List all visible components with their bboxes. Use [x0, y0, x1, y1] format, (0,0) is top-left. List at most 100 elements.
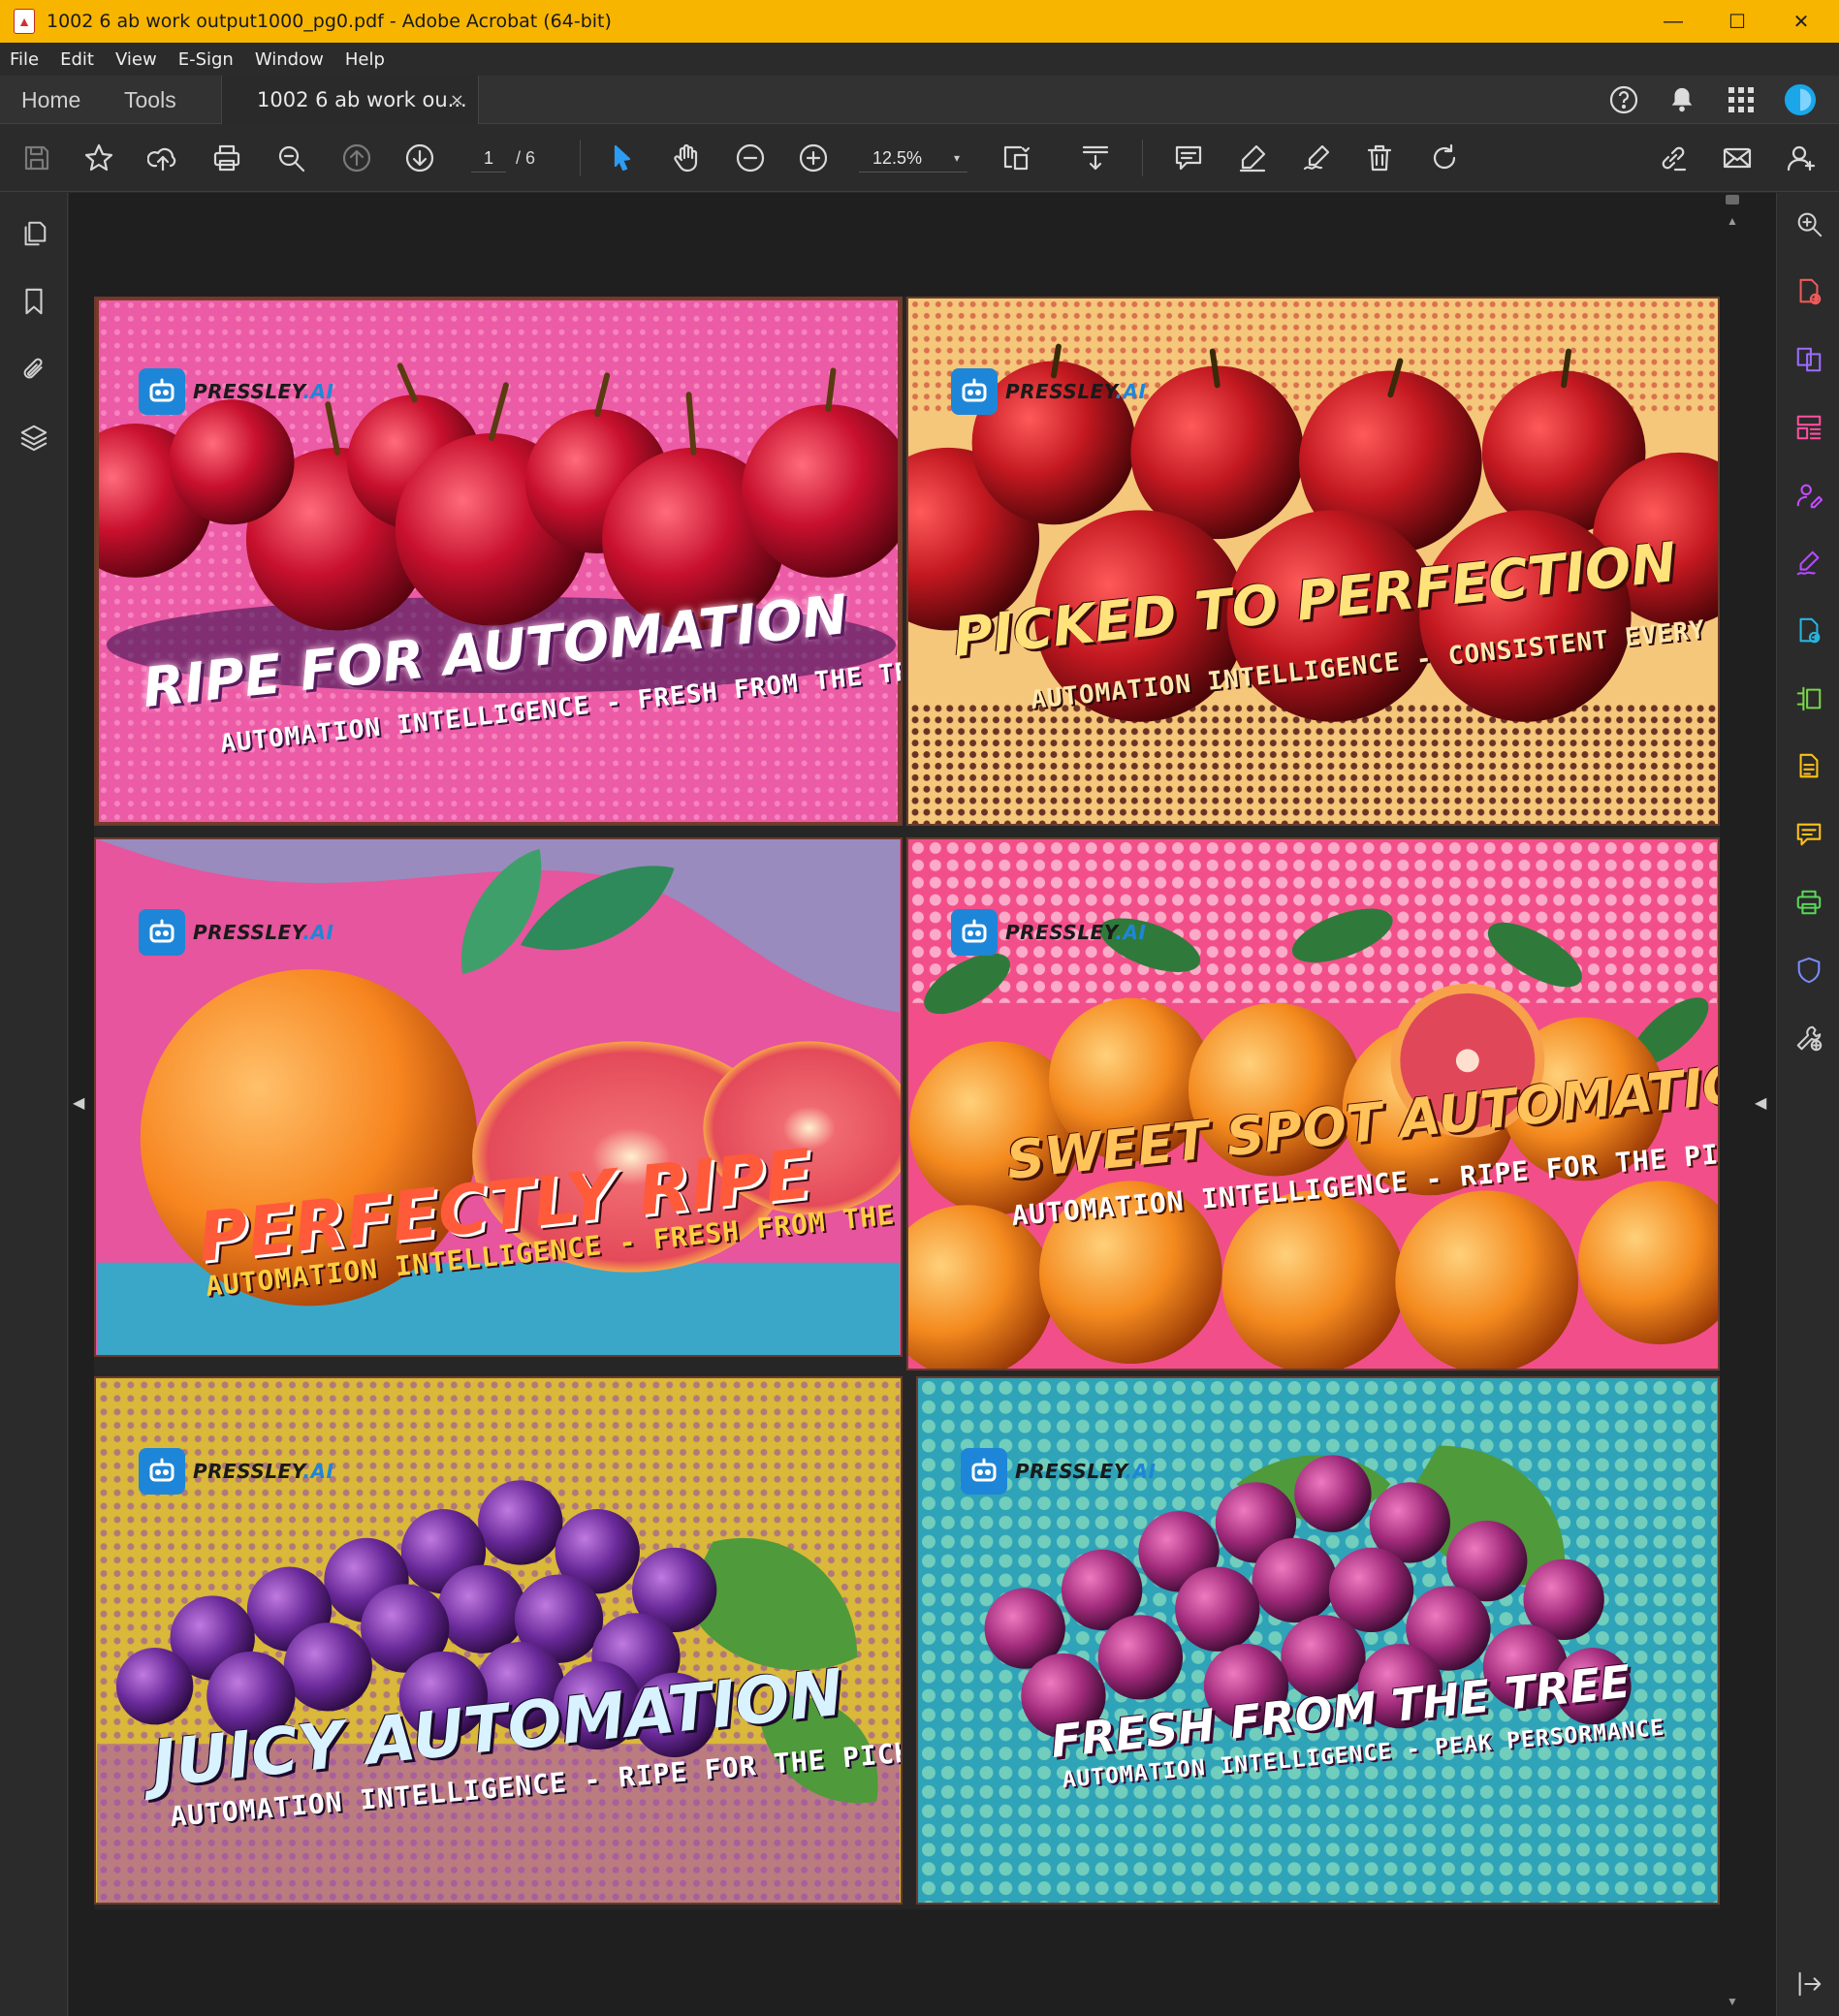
- pressley-logo: PRESSLEY.AI: [139, 1448, 333, 1495]
- add-user-icon[interactable]: [1784, 141, 1819, 175]
- zoom-in-icon[interactable]: [796, 141, 831, 175]
- menu-edit[interactable]: Edit: [60, 49, 94, 70]
- pressley-logo: PRESSLEY.AI: [951, 368, 1146, 415]
- zoom-level-value: 12.5%: [872, 148, 923, 168]
- pressley-logo: PRESSLEY.AI: [951, 909, 1146, 956]
- exit-panel-icon[interactable]: [1791, 1967, 1826, 2001]
- banner-fresh-from-the-tree: PRESSLEY.AI FRESH FROM THE TREE AUTOMATI…: [916, 1376, 1720, 1905]
- menu-help[interactable]: Help: [345, 49, 385, 70]
- close-tab-icon[interactable]: ×: [450, 90, 464, 110]
- chevron-down-icon: ▾: [953, 151, 960, 165]
- brand-name: PRESSLEY.AI: [1005, 380, 1147, 403]
- robot-icon: [951, 368, 998, 415]
- print-icon[interactable]: [209, 141, 244, 175]
- print-production-icon[interactable]: [1791, 885, 1826, 920]
- zoom-search-icon[interactable]: [273, 141, 308, 175]
- fit-page-icon[interactable]: [999, 141, 1033, 175]
- pressley-logo: PRESSLEY.AI: [961, 1448, 1156, 1495]
- scroll-down-icon[interactable]: ▼: [1727, 1995, 1738, 2008]
- robot-icon: [139, 909, 185, 956]
- request-signature-icon[interactable]: [1791, 478, 1826, 513]
- attachment-icon[interactable]: [16, 352, 51, 387]
- vertical-scrollbar[interactable]: ▲ ▼: [1722, 193, 1743, 2016]
- combine-files-icon[interactable]: [1791, 342, 1826, 377]
- robot-icon: [961, 1448, 1007, 1495]
- menu-esign[interactable]: E-Sign: [178, 49, 234, 70]
- minimize-button[interactable]: —: [1641, 0, 1705, 43]
- menu-bar: File Edit View E-Sign Window Help: [0, 43, 1839, 76]
- profile-avatar-icon[interactable]: [1784, 83, 1817, 116]
- email-icon[interactable]: [1720, 141, 1755, 175]
- pressley-logo: PRESSLEY.AI: [139, 368, 333, 415]
- scan-ocr-icon[interactable]: [1791, 749, 1826, 784]
- share-link-icon[interactable]: [1656, 141, 1691, 175]
- robot-icon: [139, 1448, 185, 1495]
- title-bar: ▲ 1002 6 ab work output1000_pg0.pdf - Ad…: [0, 0, 1839, 43]
- banner-ripe-for-automation: PRESSLEY.AI RIPE FOR AUTOMATION AUTOMATI…: [94, 297, 903, 826]
- zoom-search-icon[interactable]: [1791, 206, 1826, 241]
- menu-file[interactable]: File: [10, 49, 39, 70]
- banner-perfectly-ripe: PRESSLEY.AI PERFECTLY RIPE AUTOMATION IN…: [94, 837, 903, 1357]
- help-icon[interactable]: [1607, 83, 1640, 116]
- close-window-button[interactable]: ✕: [1769, 0, 1833, 43]
- toolbar-divider: [1142, 140, 1143, 176]
- acrobat-pdf-icon: ▲: [14, 9, 35, 34]
- scrollbar-thumb[interactable]: [1726, 195, 1739, 205]
- maximize-button[interactable]: ☐: [1705, 0, 1769, 43]
- banner-juicy-automation: PRESSLEY.AI JUICY AUTOMATION AUTOMATION …: [94, 1376, 903, 1905]
- bell-icon[interactable]: [1665, 83, 1698, 116]
- robot-icon: [951, 909, 998, 956]
- star-icon[interactable]: [81, 141, 116, 175]
- sign-icon[interactable]: [1299, 141, 1334, 175]
- right-tools-pane: [1776, 193, 1839, 2016]
- brand-name: PRESSLEY.AI: [193, 1460, 334, 1483]
- robot-icon: [139, 368, 185, 415]
- comment-icon[interactable]: [1171, 141, 1206, 175]
- bookmark-icon[interactable]: [16, 284, 51, 319]
- brand-name: PRESSLEY.AI: [1015, 1460, 1157, 1483]
- scroll-up-icon[interactable]: ▲: [1727, 214, 1738, 228]
- organize-pages-icon[interactable]: [1791, 410, 1826, 445]
- banner-sweet-spot-automation: PRESSLEY.AI SWEET SPOT AUTOMATION AUTOMA…: [906, 837, 1720, 1370]
- highlight-pen-icon[interactable]: [1235, 141, 1270, 175]
- tab-document-label: 1002 6 ab work ou...: [257, 88, 467, 111]
- select-arrow-icon[interactable]: [605, 141, 640, 175]
- window-title: 1002 6 ab work output1000_pg0.pdf - Adob…: [47, 11, 612, 32]
- protect-icon[interactable]: [1791, 953, 1826, 988]
- more-tools-icon[interactable]: [1791, 1021, 1826, 1055]
- layers-icon[interactable]: [16, 420, 51, 455]
- pages-icon[interactable]: [16, 216, 51, 251]
- apps-grid-icon[interactable]: [1725, 83, 1758, 116]
- main-toolbar: 1 / 6 12.5% ▾: [0, 124, 1839, 192]
- scroll-mode-icon[interactable]: [1078, 141, 1113, 175]
- hand-icon[interactable]: [669, 141, 704, 175]
- tab-document[interactable]: 1002 6 ab work ou... ×: [221, 76, 479, 124]
- page-up-icon[interactable]: [339, 141, 374, 175]
- collapse-left-pane-icon[interactable]: ◀: [73, 1093, 84, 1113]
- upload-cloud-icon[interactable]: [145, 141, 180, 175]
- save-icon[interactable]: [19, 141, 54, 175]
- create-pdf-icon[interactable]: [1791, 274, 1826, 309]
- tab-tools[interactable]: Tools: [124, 76, 176, 124]
- menu-view[interactable]: View: [115, 49, 157, 70]
- collapse-right-pane-icon[interactable]: ◀: [1755, 1093, 1766, 1113]
- menu-window[interactable]: Window: [255, 49, 324, 70]
- zoom-out-icon[interactable]: [733, 141, 768, 175]
- banner-picked-to-perfection: PRESSLEY.AI PICKED TO PERFECTION AUTOMAT…: [906, 297, 1720, 826]
- tab-home[interactable]: Home: [21, 76, 80, 124]
- brand-name: PRESSLEY.AI: [1005, 921, 1147, 944]
- fill-sign-icon[interactable]: [1791, 546, 1826, 581]
- edit-pdf-icon[interactable]: [1791, 681, 1826, 716]
- page-number-input[interactable]: 1: [471, 143, 506, 173]
- rotate-icon[interactable]: [1427, 141, 1462, 175]
- pressley-logo: PRESSLEY.AI: [139, 909, 333, 956]
- pdf-page: PRESSLEY.AI RIPE FOR AUTOMATION AUTOMATI…: [94, 297, 1720, 1909]
- page-count: / 6: [516, 148, 536, 168]
- export-pdf-icon[interactable]: [1791, 614, 1826, 648]
- delete-icon[interactable]: [1362, 141, 1397, 175]
- zoom-level-select[interactable]: 12.5% ▾: [859, 143, 967, 173]
- page-down-icon[interactable]: [402, 141, 437, 175]
- brand-name: PRESSLEY.AI: [193, 380, 334, 403]
- brand-name: PRESSLEY.AI: [193, 921, 334, 944]
- comment-icon[interactable]: [1791, 817, 1826, 852]
